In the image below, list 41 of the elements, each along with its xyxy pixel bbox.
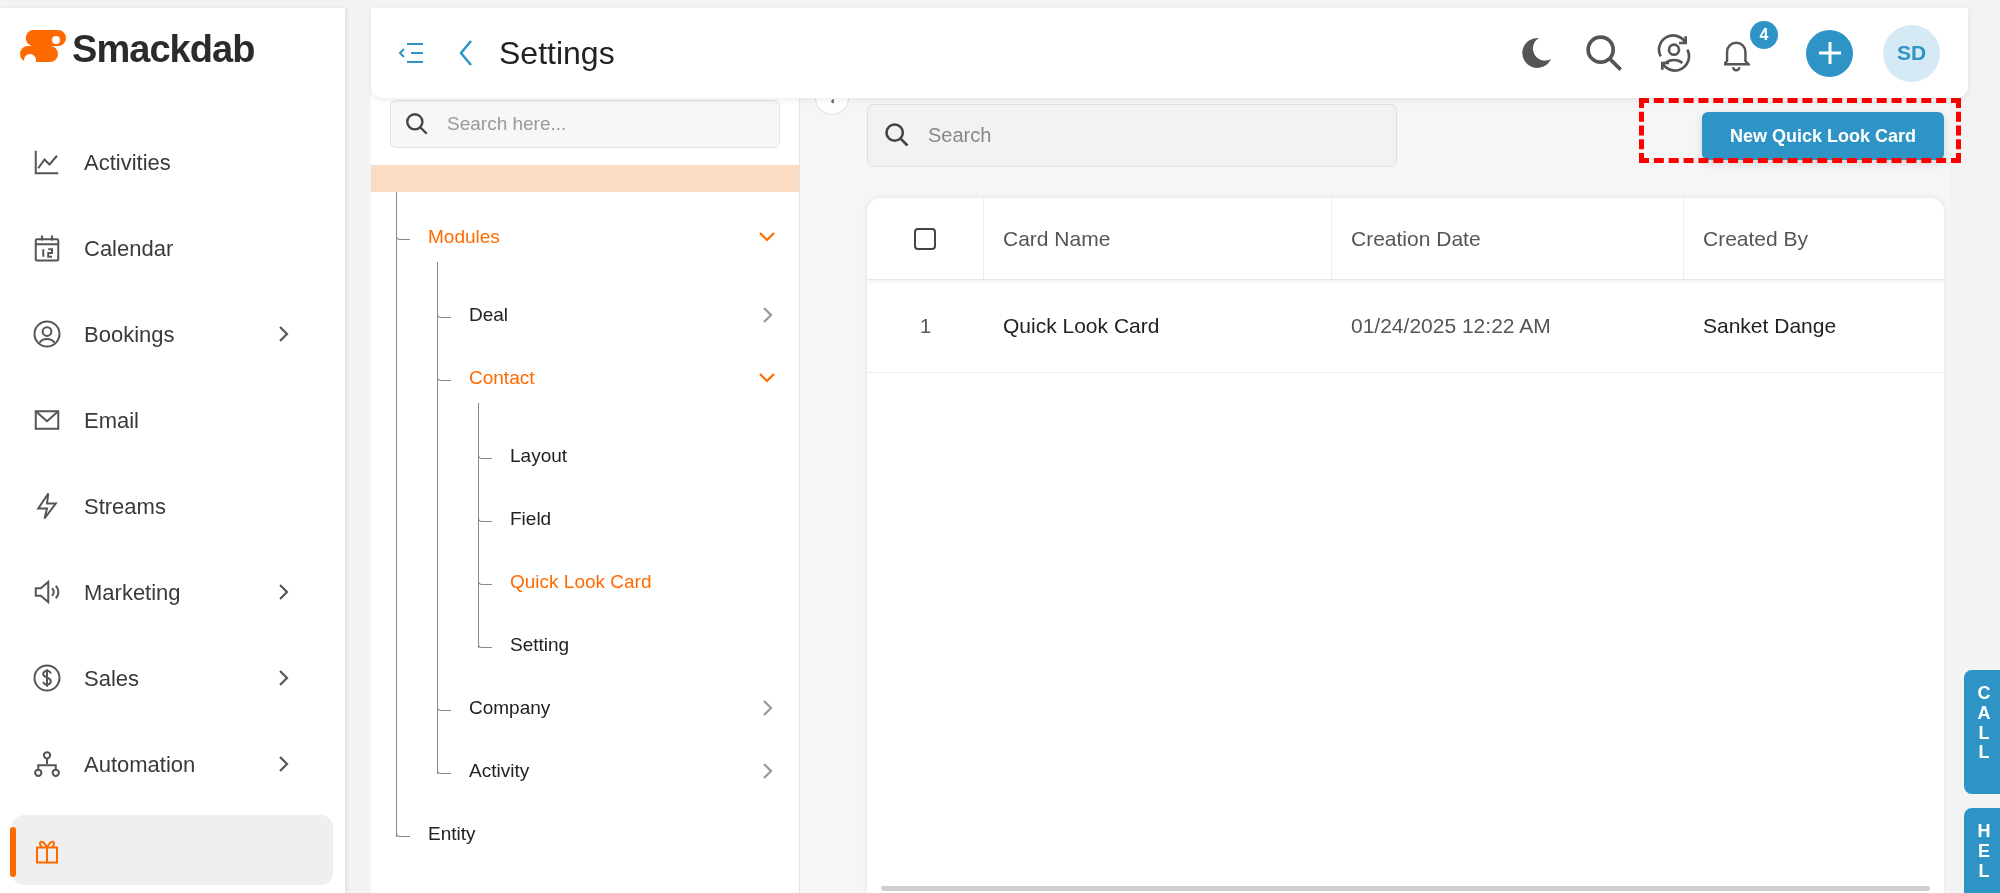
notification-count: 4 xyxy=(1750,21,1778,49)
sidebar-item[interactable]: Streams xyxy=(12,471,333,541)
sidebar-item[interactable]: Activities xyxy=(12,127,333,197)
search-field[interactable]: Search xyxy=(867,104,1397,167)
tree-item[interactable]: Field xyxy=(510,494,799,544)
brand-name: Smackdab xyxy=(72,27,255,72)
tree-item[interactable]: Setting xyxy=(510,620,799,670)
page-title: Settings xyxy=(499,34,615,73)
row-number: 1 xyxy=(919,314,932,339)
column-header: Creation Date xyxy=(1332,198,1684,279)
speaker-icon xyxy=(32,577,62,607)
sidebar-item[interactable]: Sales xyxy=(12,643,333,713)
sidebar-item[interactable]: Email xyxy=(12,385,333,455)
add-button[interactable] xyxy=(1806,29,1853,77)
collapse-menu-icon[interactable] xyxy=(397,41,425,65)
sidebar-item[interactable]: Marketing xyxy=(12,557,333,627)
search-icon xyxy=(883,121,911,149)
search-icon xyxy=(404,111,430,137)
tree-item[interactable]: Layout xyxy=(510,431,799,481)
hierarchy-icon xyxy=(32,749,62,779)
sidebar-item[interactable]: Automation xyxy=(12,729,333,799)
column-header: Card Name xyxy=(984,198,1332,279)
tree-item[interactable]: Deal xyxy=(469,290,799,340)
calendar-icon xyxy=(32,233,62,263)
plus-icon xyxy=(1817,41,1842,65)
table-cell-text: Quick Look Card xyxy=(1003,313,1160,340)
tree-item[interactable]: Activity xyxy=(469,746,799,796)
back-icon[interactable] xyxy=(457,38,475,68)
user-circle-icon xyxy=(32,319,62,349)
sidebar-item[interactable]: Bookings xyxy=(12,299,333,369)
column-header: Created By xyxy=(1702,225,1810,252)
dollar-icon xyxy=(32,663,62,693)
table-cell-text: Sanket Dange xyxy=(1703,313,1837,340)
table-cell-text: 01/24/2025 12:22 AM xyxy=(1351,313,1551,340)
tree-item[interactable]: Company xyxy=(469,683,799,733)
tree-search-field[interactable]: Search here... xyxy=(390,100,780,148)
search-icon[interactable] xyxy=(1584,33,1624,73)
sidebar-item[interactable]: Calendar xyxy=(12,213,333,283)
select-all-checkbox[interactable] xyxy=(914,227,936,250)
horizontal-scrollbar[interactable] xyxy=(881,886,1930,891)
tree-item[interactable]: Entity xyxy=(428,809,799,859)
